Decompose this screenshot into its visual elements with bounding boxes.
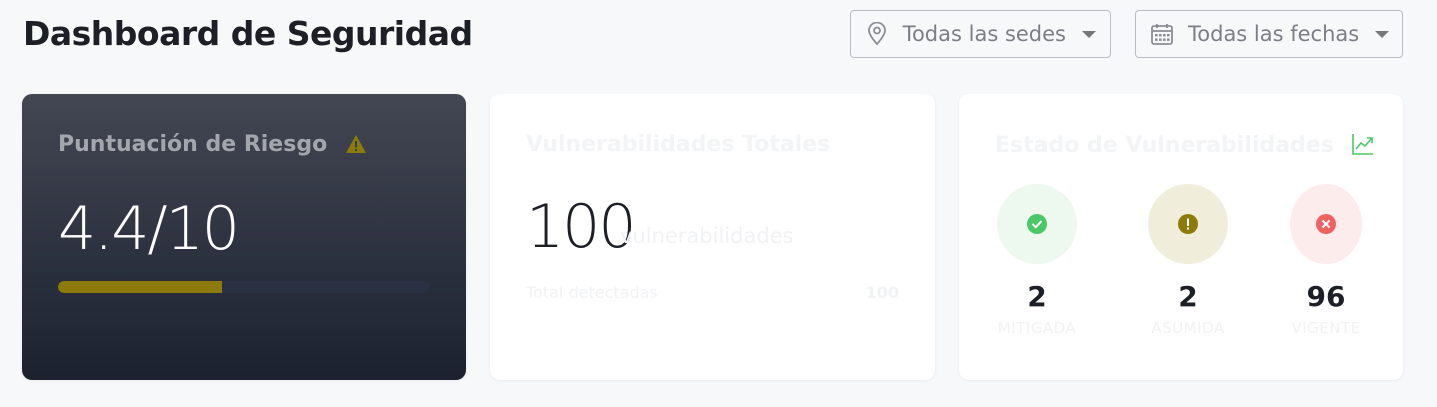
date-filter-label: Todas las fechas	[1188, 22, 1360, 46]
calendar-icon	[1150, 22, 1174, 46]
vuln-detected-value: 100	[865, 283, 899, 302]
check-circle-icon	[1027, 214, 1047, 234]
status-asumida: 2 ASUMIDA	[1138, 184, 1238, 337]
map-pin-icon	[865, 22, 889, 46]
chevron-down-icon	[1375, 30, 1390, 38]
x-circle-icon	[1316, 214, 1336, 234]
warning-icon	[345, 134, 367, 160]
trend-up-icon	[1351, 132, 1375, 162]
risk-card-title: Puntuación de Riesgo	[58, 132, 328, 157]
status-vigente-count: 96	[1306, 280, 1346, 313]
status-vigente-badge	[1290, 184, 1362, 264]
status-mitigada-badge	[997, 184, 1077, 264]
location-filter-label: Todas las sedes	[902, 22, 1066, 46]
dashboard-page: Dashboard de Seguridad Todas las sedes T…	[0, 0, 1437, 407]
risk-progress-fill	[58, 281, 222, 293]
risk-card-title-row: Puntuación de Riesgo	[58, 132, 367, 160]
risk-score-card: Puntuación de Riesgo 4.4/10	[22, 94, 466, 380]
status-asumida-label: ASUMIDA	[1151, 319, 1225, 337]
risk-score-value: 4.4/10	[58, 194, 240, 264]
status-asumida-badge	[1148, 184, 1228, 264]
vuln-unit-label: vulnerabilidades	[620, 224, 794, 248]
status-mitigada-label: MITIGADA	[997, 319, 1077, 337]
page-title: Dashboard de Seguridad	[23, 14, 473, 53]
status-vigente-label: VIGENTE	[1291, 319, 1361, 337]
status-asumida-count: 2	[1178, 280, 1198, 313]
status-mitigada: 2 MITIGADA	[987, 184, 1087, 337]
chevron-down-icon	[1082, 30, 1096, 38]
status-vigente: 96 VIGENTE	[1281, 184, 1371, 337]
status-mitigada-count: 2	[1027, 280, 1047, 313]
vuln-detected-label: Total detectadas	[526, 283, 658, 302]
vuln-total-value: 100	[526, 192, 637, 262]
total-vulnerabilities-card: Vulnerabilidades Totales 100 vulnerabili…	[490, 94, 935, 380]
vulnerability-status-card: Estado de Vulnerabilidades 2 MITIGADA 2 …	[959, 94, 1403, 380]
date-filter-select[interactable]: Todas las fechas	[1135, 10, 1403, 58]
vuln-card-title: Vulnerabilidades Totales	[526, 132, 831, 157]
status-card-title: Estado de Vulnerabilidades	[995, 133, 1334, 158]
exclamation-circle-icon	[1178, 214, 1198, 234]
risk-progress-bar	[58, 281, 430, 293]
status-card-title-row: Estado de Vulnerabilidades	[995, 132, 1375, 162]
location-filter-select[interactable]: Todas las sedes	[850, 10, 1111, 58]
